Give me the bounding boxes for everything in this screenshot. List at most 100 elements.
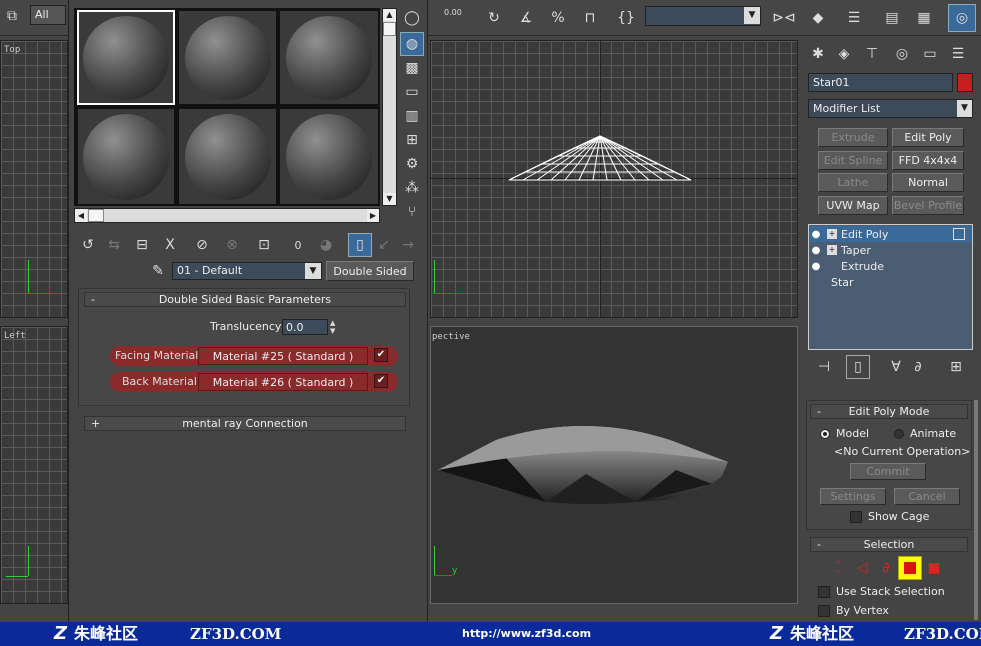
edit-named-selection-icon[interactable]: {}	[614, 6, 638, 30]
lightbulb-icon[interactable]: ●	[809, 229, 823, 240]
scroll-left-arrow-icon[interactable]: ◀	[75, 209, 87, 222]
pin-stack-icon[interactable]: ⊣	[812, 355, 836, 379]
model-radio[interactable]: Model	[820, 427, 869, 440]
selection-rollout-header[interactable]: - Selection	[810, 537, 968, 552]
back-material-checkbox[interactable]: ✔	[374, 374, 388, 388]
facing-material-checkbox[interactable]: ✔	[374, 348, 388, 362]
slots-horizontal-scrollbar[interactable]	[74, 208, 380, 223]
hierarchy-tab-icon[interactable]: ⊤	[860, 42, 884, 66]
stack-item-star[interactable]: Star	[809, 274, 971, 290]
display-tab-icon[interactable]: ▭	[918, 42, 942, 66]
translucency-input[interactable]: 0.0	[282, 319, 328, 335]
cancel-button[interactable]: Cancel	[894, 488, 960, 505]
facing-material-button[interactable]: Material #25 ( Standard )	[198, 347, 368, 365]
selection-filter-dropdown[interactable]: All	[30, 5, 66, 25]
material-name-field[interactable]: 01 - Default	[172, 262, 322, 280]
show-map-in-viewport-icon[interactable]: ◕	[314, 233, 338, 257]
motion-tab-icon[interactable]: ◎	[890, 42, 914, 66]
left-viewport-label[interactable]: Left	[4, 331, 26, 341]
edit-poly-mode-header[interactable]: - Edit Poly Mode	[810, 404, 968, 419]
translucency-spinner-icon[interactable]: ▲ ▼	[330, 319, 340, 335]
normal-button[interactable]: Normal	[892, 173, 964, 192]
uvw-map-button[interactable]: UVW Map	[818, 196, 888, 215]
percent-snap-icon[interactable]: %	[546, 6, 570, 30]
object-name-field[interactable]: Star01	[808, 73, 953, 92]
modify-tab-icon[interactable]: ◈	[832, 42, 856, 66]
edit-poly-button[interactable]: Edit Poly	[892, 128, 964, 147]
slots-vertical-scrollbar[interactable]	[382, 8, 397, 206]
use-stack-selection-checkbox[interactable]: Use Stack Selection	[818, 585, 945, 598]
expand-plus-icon[interactable]: +	[827, 229, 837, 239]
polygon-select-icon[interactable]	[898, 556, 922, 580]
bevel-profile-button[interactable]: Bevel Profile	[892, 196, 964, 215]
put-to-scene-icon[interactable]: ⇆	[102, 233, 126, 257]
expand-plus-icon[interactable]: +	[827, 245, 837, 255]
background-icon[interactable]: ▩	[400, 56, 424, 80]
material-navigator-icon[interactable]: ⑂	[400, 200, 424, 224]
options-icon[interactable]: ⚙	[400, 152, 424, 176]
show-end-result-icon[interactable]: ▯	[348, 233, 372, 257]
scroll-down-arrow-icon[interactable]: ▼	[383, 193, 396, 205]
layer-manager-icon[interactable]: ☰	[842, 6, 866, 30]
assign-to-selection-icon[interactable]: ⊟	[130, 233, 154, 257]
edit-spline-button[interactable]: Edit Spline	[818, 151, 888, 170]
radio-selected-icon[interactable]	[820, 428, 830, 439]
go-forward-sibling-icon[interactable]: →	[396, 233, 420, 257]
checkbox-icon[interactable]	[818, 585, 830, 598]
top-viewport-label[interactable]: Top	[4, 45, 20, 55]
stack-item-taper[interactable]: ● + Taper	[809, 242, 971, 258]
command-panel-scrollbar[interactable]	[974, 400, 978, 620]
modifier-list-dropdown[interactable]: Modifier List	[808, 99, 973, 118]
checkbox-icon[interactable]	[818, 604, 830, 617]
create-tab-icon[interactable]: ✱	[806, 42, 830, 66]
scroll-up-arrow-icon[interactable]: ▲	[383, 9, 396, 21]
spinner-snap-icon[interactable]: ⊓	[578, 6, 602, 30]
checkbox-icon[interactable]	[850, 510, 862, 523]
wireframe-umbrella[interactable]	[505, 132, 695, 184]
scroll-right-arrow-icon[interactable]: ▶	[367, 209, 379, 222]
spinner-snap-value[interactable]: 0.00	[444, 8, 462, 17]
backlight-icon[interactable]: ◍	[400, 32, 424, 56]
reset-map-icon[interactable]: X	[158, 233, 182, 257]
radio-icon[interactable]	[894, 428, 904, 439]
by-vertex-checkbox[interactable]: By Vertex	[818, 604, 889, 617]
element-select-icon[interactable]: ■	[922, 556, 946, 580]
configure-sets-icon[interactable]: ⊞	[944, 355, 968, 379]
chevron-down-icon[interactable]: ▼	[305, 263, 321, 279]
material-type-button[interactable]: Double Sided	[326, 261, 414, 281]
get-material-icon[interactable]: ↺	[76, 233, 100, 257]
mirror-icon[interactable]: ⊳⊲	[772, 6, 796, 30]
make-unique-icon[interactable]: ∀	[884, 355, 908, 379]
angle-snap-icon[interactable]: ∡	[514, 6, 538, 30]
material-editor-icon[interactable]: ◎	[948, 4, 976, 32]
lightbulb-icon[interactable]: ●	[809, 261, 823, 272]
curve-editor-icon[interactable]: ▤	[880, 6, 904, 30]
video-color-check-icon[interactable]: ▥	[400, 104, 424, 128]
edge-select-icon[interactable]: ◁	[850, 556, 874, 580]
commit-button[interactable]: Commit	[850, 463, 926, 480]
select-by-material-icon[interactable]: ⁂	[400, 176, 424, 200]
snap-3d-icon[interactable]: ↻	[482, 6, 506, 30]
top-viewport[interactable]	[0, 40, 68, 318]
animate-radio[interactable]: Animate	[894, 427, 956, 440]
vertex-select-icon[interactable]: ⁚	[826, 556, 850, 580]
scroll-thumb-vertical[interactable]	[383, 22, 396, 36]
scroll-thumb-horizontal[interactable]	[88, 209, 104, 222]
ffd-button[interactable]: FFD 4x4x4	[892, 151, 964, 170]
make-unique-icon[interactable]: ⊗	[220, 233, 244, 257]
chevron-down-icon[interactable]: ▼	[957, 100, 972, 117]
stack-item-extrude[interactable]: ● Extrude	[809, 258, 971, 274]
pick-material-eyedropper-icon[interactable]: ✎	[146, 259, 170, 283]
mental-ray-rollout-header[interactable]: + mental ray Connection	[84, 416, 406, 431]
extrude-button[interactable]: Extrude	[818, 128, 888, 147]
go-to-parent-icon[interactable]: ↙	[372, 233, 396, 257]
shaded-umbrella[interactable]	[436, 418, 732, 504]
sample-uv-tiling-icon[interactable]: ▭	[400, 80, 424, 104]
border-select-icon[interactable]: ∂	[874, 556, 898, 580]
schematic-view-icon[interactable]: ▦	[912, 6, 936, 30]
link-icon[interactable]: ⧉	[0, 4, 24, 28]
align-icon[interactable]: ◆	[806, 6, 830, 30]
material-effects-channel-icon[interactable]: 0	[286, 233, 310, 257]
utilities-tab-icon[interactable]: ☰	[946, 42, 970, 66]
make-copy-icon[interactable]: ⊘	[190, 233, 214, 257]
